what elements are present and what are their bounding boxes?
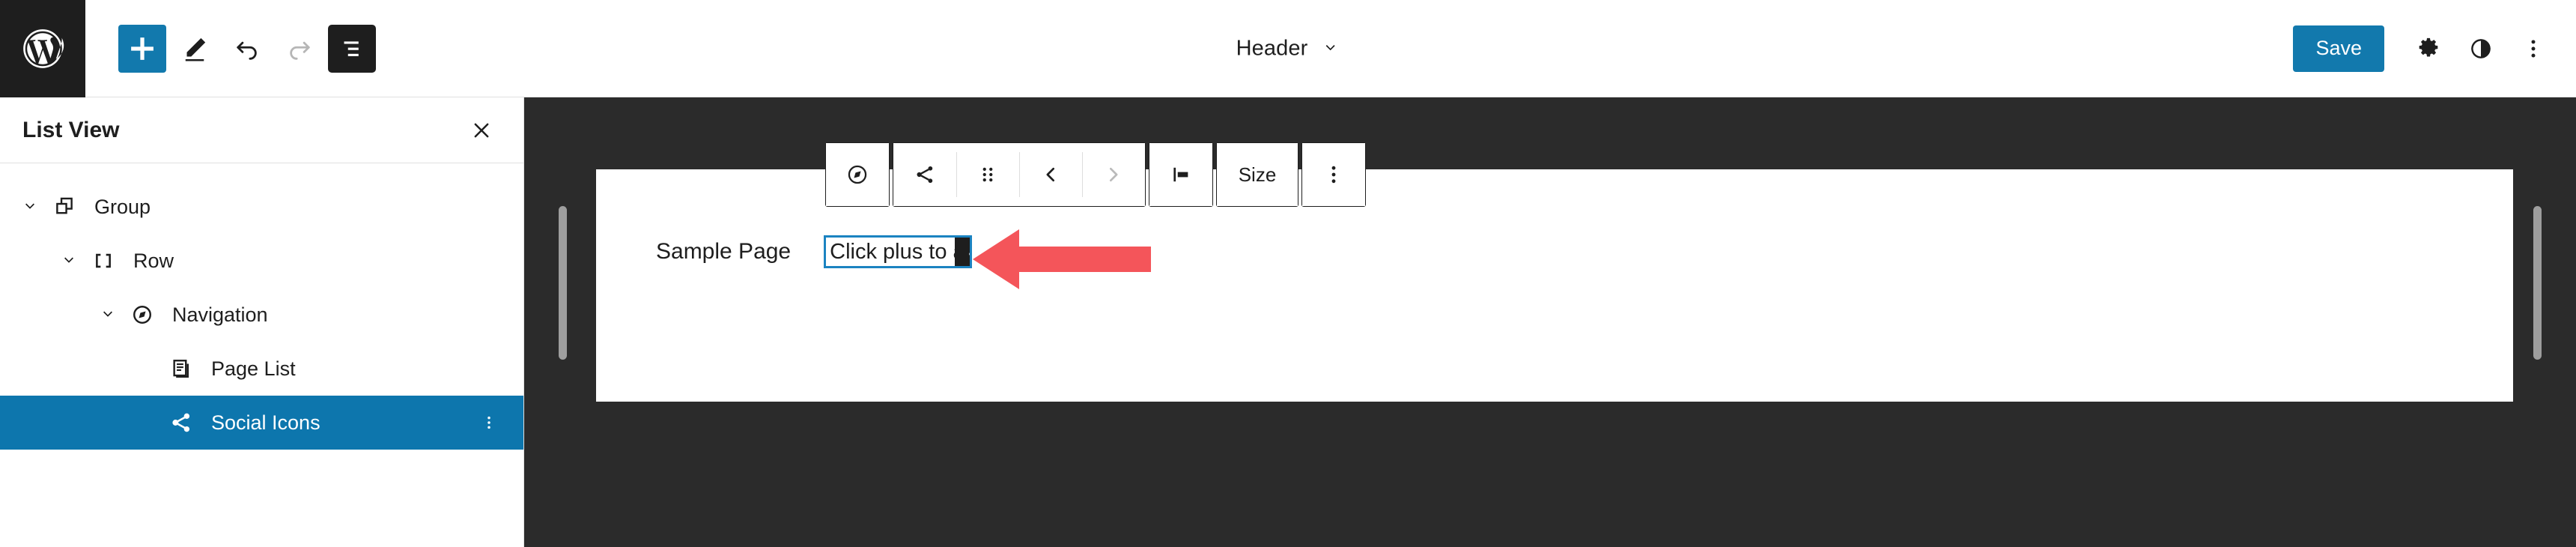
- drag-handle-button[interactable]: [956, 143, 1019, 206]
- navigation-compass-icon: [123, 302, 162, 327]
- save-button[interactable]: Save: [2293, 25, 2384, 72]
- options-button[interactable]: [2510, 25, 2557, 72]
- size-button-label: Size: [1238, 163, 1277, 186]
- vertical-ellipsis-icon: [487, 416, 490, 429]
- list-item-row[interactable]: Row: [0, 234, 523, 288]
- drag-dots-icon: [982, 167, 993, 182]
- plus-icon: [131, 37, 154, 60]
- block-options-button[interactable]: [1302, 143, 1365, 206]
- size-button[interactable]: Size: [1217, 143, 1298, 206]
- expand-chevron-placeholder: [132, 354, 162, 384]
- chevron-right-icon: [1109, 167, 1118, 182]
- chevron-down-icon: [64, 257, 73, 263]
- expand-chevron-row[interactable]: [54, 246, 84, 276]
- navigation-placeholder-field[interactable]: Click plus to a: [824, 235, 973, 268]
- top-bar-tools: [118, 24, 376, 73]
- parent-block-group: [825, 142, 890, 207]
- redo-arrow-icon: [290, 41, 310, 60]
- document-title-dropdown[interactable]: Header: [1236, 36, 1340, 61]
- list-item-label: Social Icons: [211, 411, 321, 434]
- canvas-resize-handle-left[interactable]: [559, 206, 567, 360]
- list-item-label: Group: [94, 195, 151, 218]
- share-nodes-icon: [162, 410, 201, 435]
- list-view-toggle[interactable]: [328, 24, 376, 73]
- settings-button[interactable]: [2405, 25, 2452, 72]
- align-button[interactable]: [1149, 143, 1212, 206]
- undo-arrow-icon: [237, 41, 257, 60]
- list-item-label: Navigation: [172, 303, 268, 326]
- list-item-social-icons[interactable]: Social Icons: [0, 396, 523, 450]
- move-right-button[interactable]: [1082, 143, 1145, 206]
- list-item-navigation[interactable]: Navigation: [0, 288, 523, 342]
- plus-icon: [968, 253, 970, 255]
- vertical-ellipsis-icon: [2531, 39, 2536, 58]
- block-controls-group: [893, 142, 1146, 207]
- block-type-social-icons-button[interactable]: [893, 143, 956, 206]
- vertical-ellipsis-icon: [1331, 166, 1336, 184]
- list-view-title: List View: [22, 117, 120, 142]
- list-view-header: List View: [0, 97, 523, 163]
- chevron-down-icon: [103, 311, 112, 317]
- move-left-button[interactable]: [1019, 143, 1082, 206]
- list-item-group[interactable]: Group: [0, 180, 523, 234]
- styles-button[interactable]: [2458, 25, 2504, 72]
- block-toolbar: Size: [825, 142, 1366, 207]
- expand-chevron-group[interactable]: [15, 192, 45, 222]
- page-title: Header: [1236, 36, 1308, 60]
- list-view-sidebar: List View Group Row Navigation Page List…: [0, 97, 524, 547]
- group-stacked-squares-icon: [45, 194, 84, 220]
- alignment-group: [1149, 142, 1213, 207]
- expand-chevron-navigation[interactable]: [93, 300, 123, 330]
- wordpress-logo-button[interactable]: [0, 0, 85, 97]
- edit-tool-button[interactable]: [171, 25, 219, 73]
- list-item-options-button[interactable]: [473, 406, 505, 439]
- redo-button[interactable]: [276, 25, 323, 73]
- header-template-row: Sample Page Click plus to a: [656, 235, 973, 268]
- top-bar-right-actions: Save: [2293, 25, 2557, 72]
- editor-top-bar: Header Save: [0, 0, 2576, 97]
- size-group: Size: [1216, 142, 1298, 207]
- gear-icon: [2419, 37, 2438, 56]
- list-item-page-list[interactable]: Page List: [0, 342, 523, 396]
- align-left-icon: [1173, 167, 1188, 182]
- appender-plus-button[interactable]: [955, 238, 970, 266]
- list-item-label: Row: [133, 249, 174, 272]
- chevron-down-icon: [1325, 45, 1335, 51]
- undo-button[interactable]: [223, 25, 271, 73]
- more-options-group: [1301, 142, 1366, 207]
- select-parent-navigation-button[interactable]: [826, 143, 889, 206]
- sample-page-link[interactable]: Sample Page: [656, 239, 791, 265]
- list-item-label: Page List: [211, 357, 296, 380]
- row-brackets-icon: [84, 248, 123, 274]
- contrast-half-circle-icon: [2471, 38, 2491, 58]
- chevron-down-icon: [25, 203, 34, 209]
- chevron-left-icon: [1046, 167, 1055, 182]
- wordpress-logo-icon: [23, 28, 64, 68]
- list-view-icon: [344, 40, 359, 56]
- close-x-icon: [474, 123, 489, 137]
- page-list-document-icon: [162, 356, 201, 381]
- block-tree: Group Row Navigation Page List Social Ic…: [0, 163, 523, 450]
- pencil-icon: [185, 37, 206, 61]
- navigation-compass-icon: [848, 165, 867, 184]
- add-block-button[interactable]: [118, 24, 166, 73]
- close-list-view-button[interactable]: [461, 109, 502, 151]
- navigation-placeholder-text: Click plus to a: [830, 239, 965, 264]
- canvas-resize-handle-right[interactable]: [2533, 206, 2542, 360]
- share-nodes-icon: [917, 166, 933, 184]
- expand-chevron-placeholder: [132, 408, 162, 438]
